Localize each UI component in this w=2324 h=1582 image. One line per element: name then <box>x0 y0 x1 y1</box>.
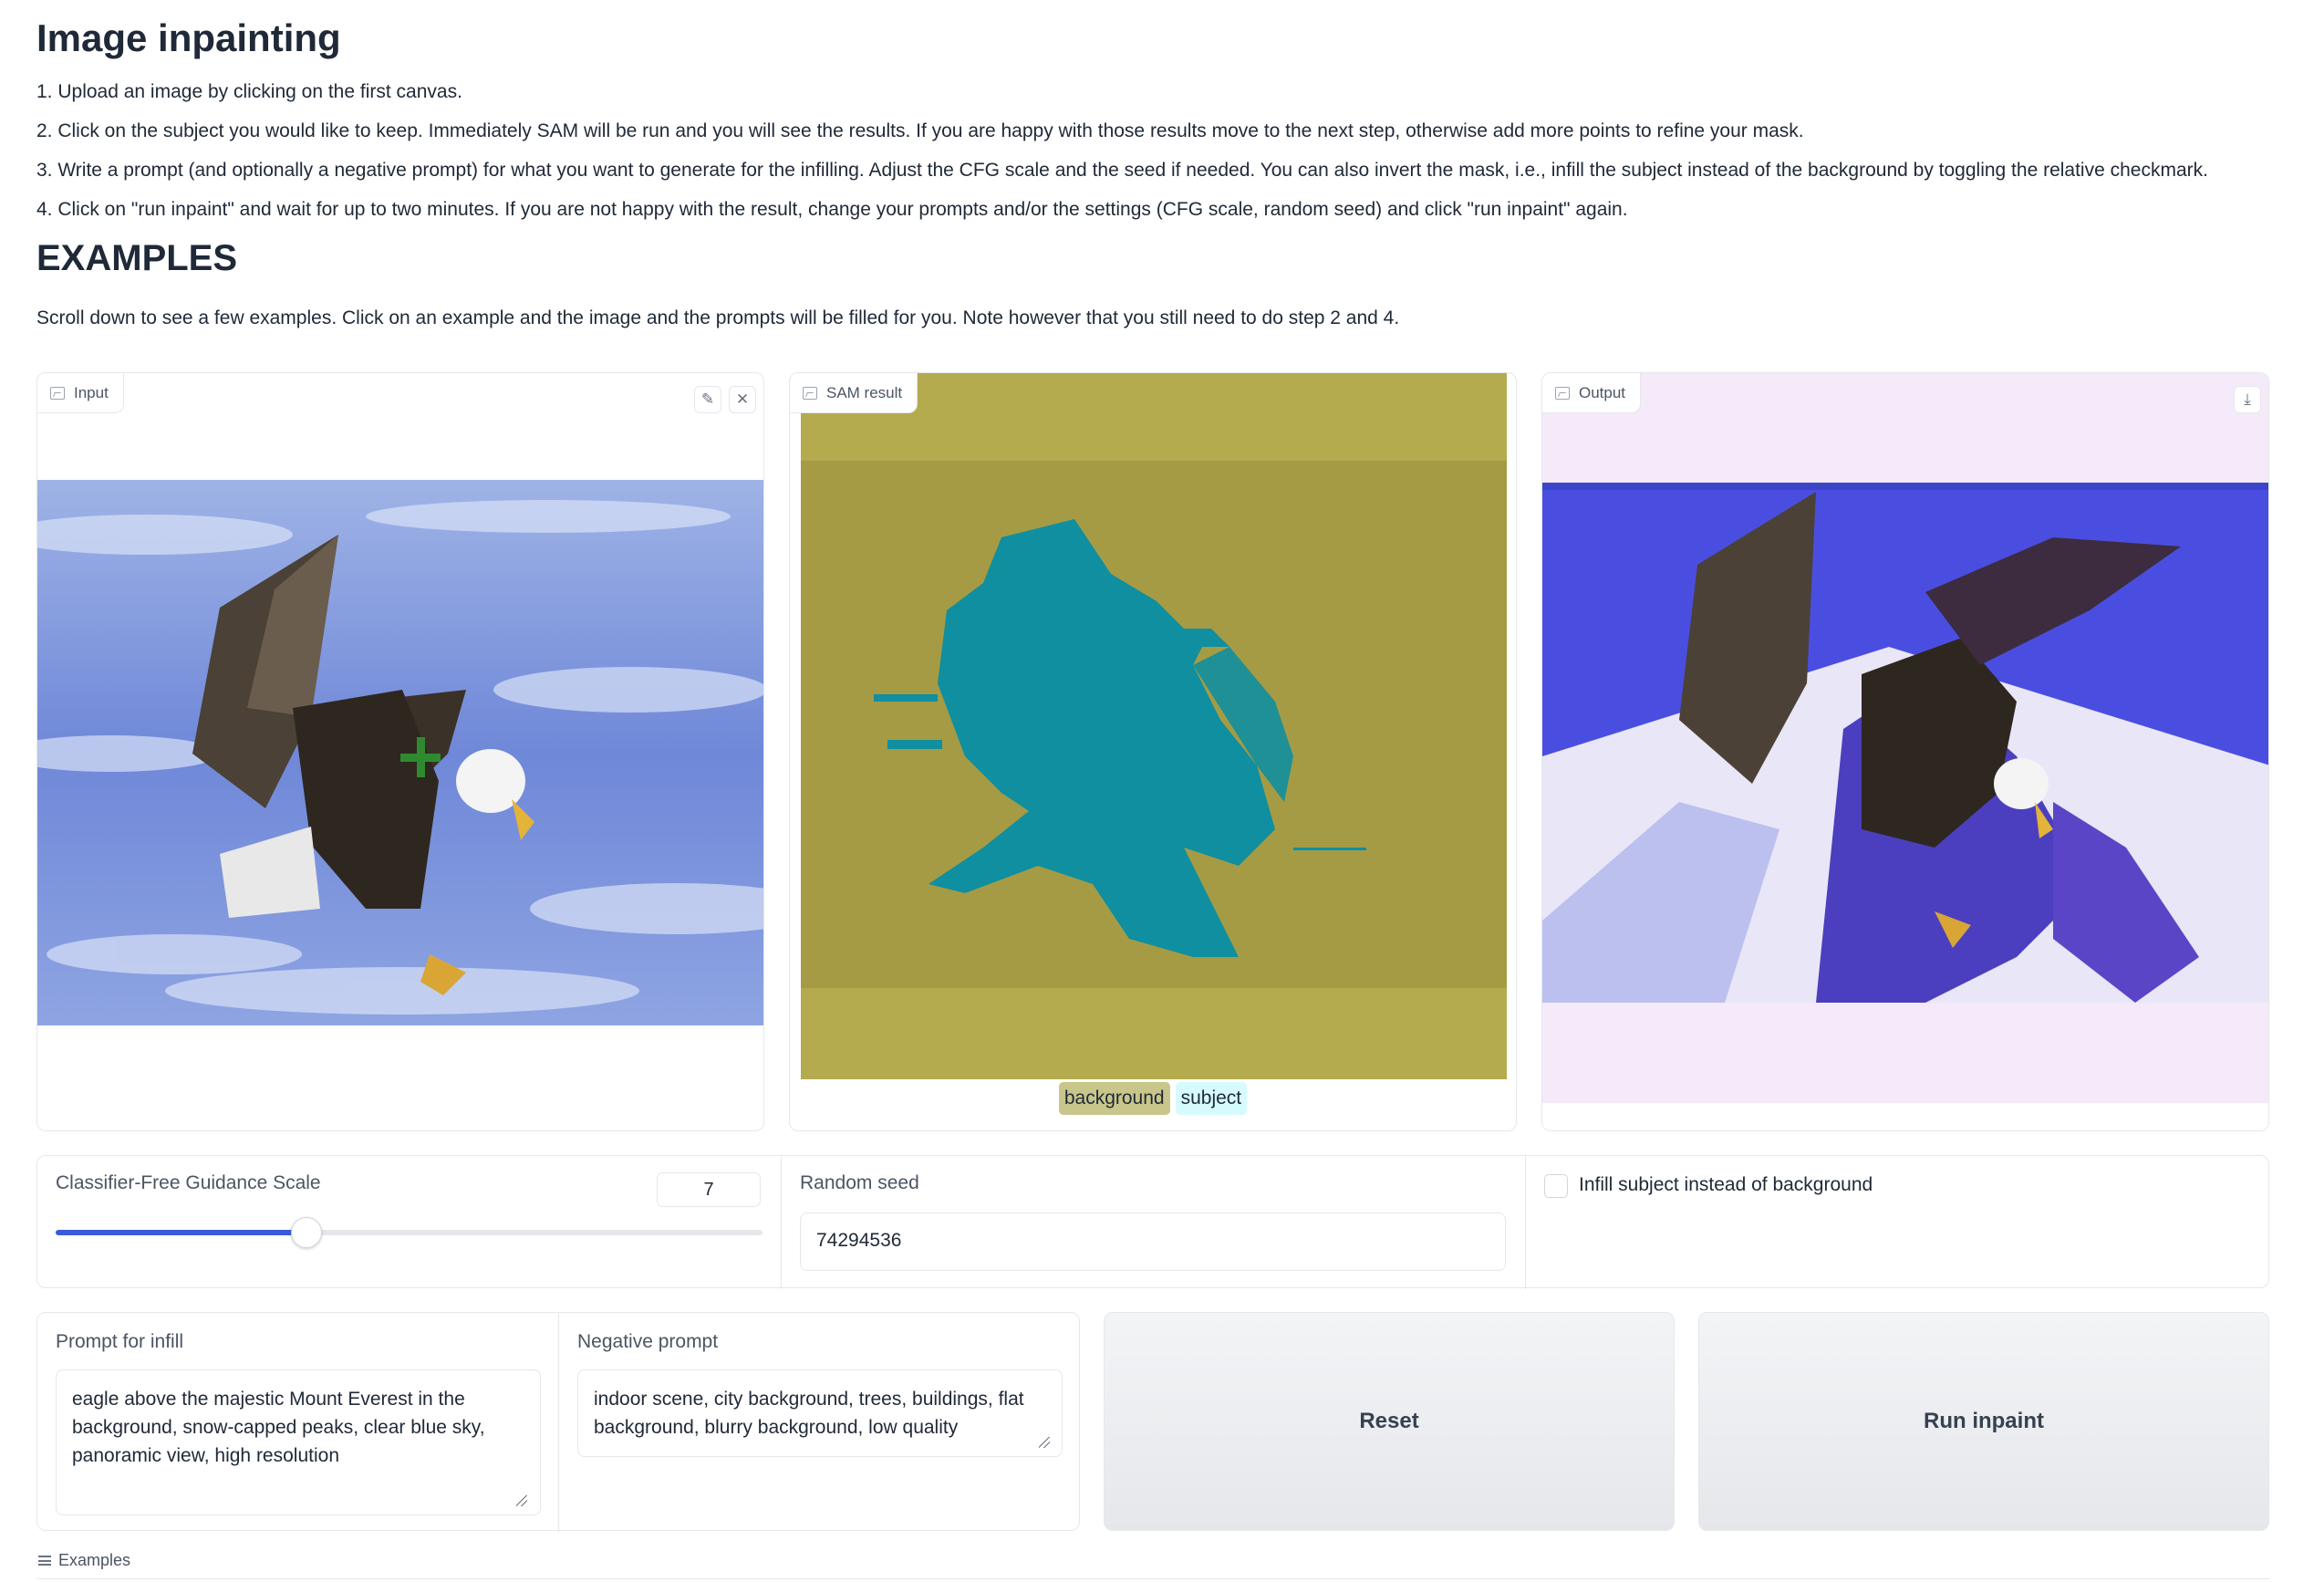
instructions: Image inpainting 1. Upload an image by c… <box>36 16 2280 330</box>
prompt-section: Prompt for infill eagle above the majest… <box>37 1313 559 1532</box>
seed-label: Random seed <box>800 1172 919 1193</box>
prompt-label: Prompt for infill <box>56 1331 184 1352</box>
resize-handle[interactable] <box>1039 1437 1050 1448</box>
output-label-text: Output <box>1579 383 1626 401</box>
resize-handle[interactable] <box>516 1495 527 1506</box>
invert-label: Infill subject instead of background <box>1579 1174 1873 1195</box>
list-icon <box>38 1556 51 1566</box>
reset-button[interactable]: Reset <box>1104 1312 1675 1531</box>
invert-section: Infill subject instead of background <box>1526 1156 2270 1289</box>
input-label-text: Input <box>74 383 109 401</box>
seed-section: Random seed 74294536 <box>782 1156 1526 1289</box>
invert-checkbox[interactable] <box>1544 1174 1568 1198</box>
legend-background: background <box>1058 1082 1170 1115</box>
output-label: Output <box>1542 373 1642 413</box>
examples-note: Scroll down to see a few examples. Click… <box>36 307 1400 328</box>
examples-table-top <box>36 1578 2269 1582</box>
output-image <box>1542 373 2268 1103</box>
close-icon[interactable]: ✕ <box>729 386 756 413</box>
sam-image <box>801 373 1507 1079</box>
negative-section: Negative prompt indoor scene, city backg… <box>559 1313 1081 1532</box>
page-title: Image inpainting <box>36 16 341 59</box>
output-photo <box>1542 483 2268 1003</box>
output-panel: Output ⤓ <box>1541 372 2269 1131</box>
cfg-value-input[interactable]: 7 <box>657 1172 761 1207</box>
run-inpaint-button[interactable]: Run inpaint <box>1698 1312 2269 1531</box>
settings-row: Classifier-Free Guidance Scale 7 Random … <box>36 1155 2270 1289</box>
prompt-input[interactable]: eagle above the majestic Mount Everest i… <box>56 1369 541 1515</box>
step-1: 1. Upload an image by clicking on the fi… <box>36 81 462 102</box>
prompt-row: Prompt for infill eagle above the majest… <box>36 1312 1081 1532</box>
sam-legend: background subject <box>790 1082 1516 1115</box>
sam-label: SAM result <box>790 373 918 413</box>
sam-mask <box>801 373 1507 1079</box>
examples-section-label: Examples <box>38 1551 130 1570</box>
step-3: 3. Write a prompt (and optionally a nega… <box>36 160 2208 181</box>
examples-heading: EXAMPLES <box>36 238 238 278</box>
negative-input[interactable]: indoor scene, city background, trees, bu… <box>577 1369 1063 1457</box>
cfg-slider-fill <box>56 1230 306 1235</box>
examples-label-text: Examples <box>58 1551 131 1569</box>
sam-result-panel: SAM result background subject <box>789 372 1517 1131</box>
seed-input[interactable]: 74294536 <box>800 1213 1506 1271</box>
edit-icon[interactable]: ✎ <box>694 386 721 413</box>
eagle-photo <box>37 480 763 1025</box>
sam-label-text: SAM result <box>826 383 903 401</box>
cfg-label: Classifier-Free Guidance Scale <box>56 1172 321 1193</box>
cfg-slider[interactable] <box>56 1217 763 1248</box>
step-2: 2. Click on the subject you would like t… <box>36 120 1804 141</box>
cfg-slider-thumb[interactable] <box>291 1217 322 1248</box>
cfg-section: Classifier-Free Guidance Scale 7 <box>37 1156 782 1289</box>
negative-label: Negative prompt <box>577 1331 719 1352</box>
input-image[interactable] <box>37 480 763 1025</box>
image-icon <box>50 386 65 400</box>
legend-subject: subject <box>1175 1082 1248 1115</box>
download-icon[interactable]: ⤓ <box>2234 386 2261 413</box>
step-4: 4. Click on "run inpaint" and wait for u… <box>36 199 1628 220</box>
input-image-panel[interactable]: Input ✎ ✕ <box>36 372 764 1131</box>
image-icon <box>1555 386 1570 400</box>
image-icon <box>803 386 817 400</box>
input-label: Input <box>37 373 124 413</box>
